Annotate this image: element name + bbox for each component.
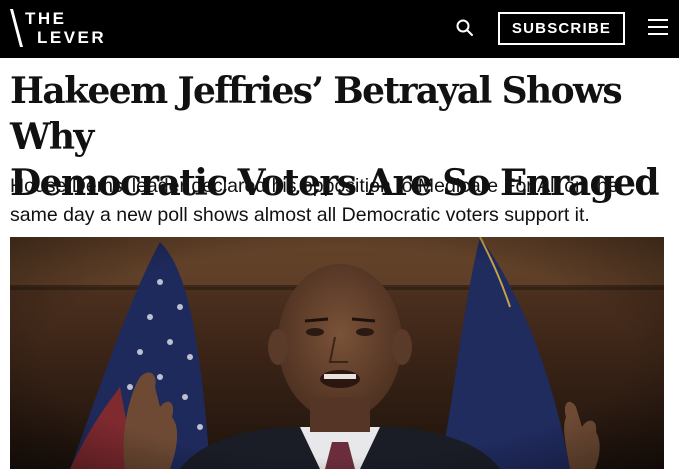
logo-slash-mark bbox=[10, 9, 23, 47]
subscribe-button[interactable]: SUBSCRIBE bbox=[498, 12, 625, 45]
article-dek: House Dems’ leader declared his oppositi… bbox=[10, 172, 670, 230]
hamburger-menu-icon[interactable] bbox=[648, 18, 668, 36]
logo-text-lever: LEVER bbox=[37, 28, 107, 47]
site-logo[interactable]: THE LEVER bbox=[8, 7, 118, 51]
hero-image bbox=[10, 237, 664, 469]
dek-line-2: same day a new poll shows almost all Dem… bbox=[10, 204, 590, 226]
headline-line-1: Hakeem Jeffries’ Betrayal Shows Why bbox=[10, 70, 623, 158]
site-header: THE LEVER SUBSCRIBE bbox=[0, 0, 679, 58]
search-icon[interactable] bbox=[455, 18, 475, 38]
logo-text-the: THE bbox=[25, 9, 67, 28]
hero-photo-illustration bbox=[10, 237, 664, 469]
dek-line-1: House Dems’ leader declared his oppositi… bbox=[10, 175, 619, 197]
